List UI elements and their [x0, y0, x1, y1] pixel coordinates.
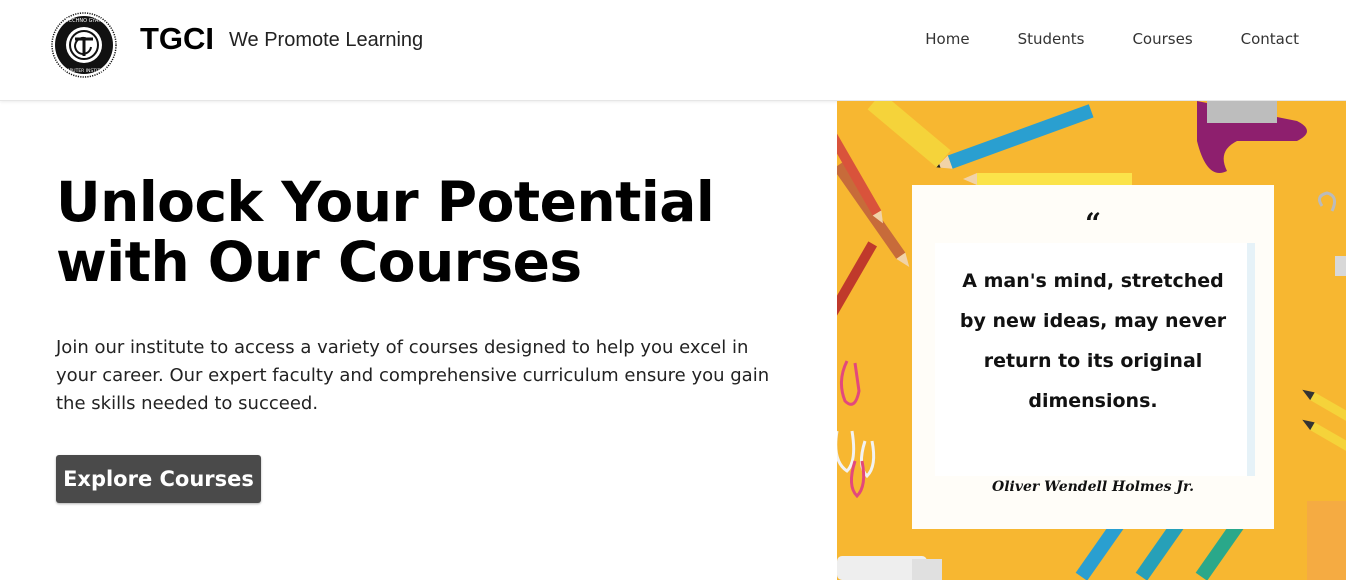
hero-description: Join our institute to access a variety o…: [56, 337, 770, 414]
hero-title: Unlock Your Potential with Our Courses: [56, 170, 715, 294]
quote-text: A man's mind, stretched by new ideas, ma…: [959, 270, 1227, 412]
explore-courses-button[interactable]: Explore Courses: [56, 455, 261, 503]
svg-text:COMPUTER INSTITUTE: COMPUTER INSTITUTE: [59, 68, 109, 74]
tgci-logo-icon[interactable]: TECHNO GYAN COMPUTER INSTITUTE: [51, 12, 117, 78]
quote-mark: “: [1084, 207, 1102, 240]
svg-text:TECHNO GYAN: TECHNO GYAN: [65, 18, 102, 24]
brand-name: TGCI: [140, 21, 215, 56]
nav-courses[interactable]: Courses: [1132, 30, 1192, 48]
brand-tagline: We Promote Learning: [229, 29, 424, 51]
quote-card: “ A man's mind, stretched by new ideas, …: [912, 185, 1274, 529]
main-nav: Home Students Courses Contact: [877, 30, 1299, 48]
site-header: TECHNO GYAN COMPUTER INSTITUTE TGCI We P…: [0, 0, 1346, 101]
hero-image: “ A man's mind, stretched by new ideas, …: [837, 101, 1346, 580]
nav-students[interactable]: Students: [1018, 30, 1085, 48]
quote-author: Oliver Wendell Holmes Jr.: [992, 479, 1194, 495]
nav-home[interactable]: Home: [925, 30, 969, 48]
nav-contact[interactable]: Contact: [1241, 30, 1299, 48]
